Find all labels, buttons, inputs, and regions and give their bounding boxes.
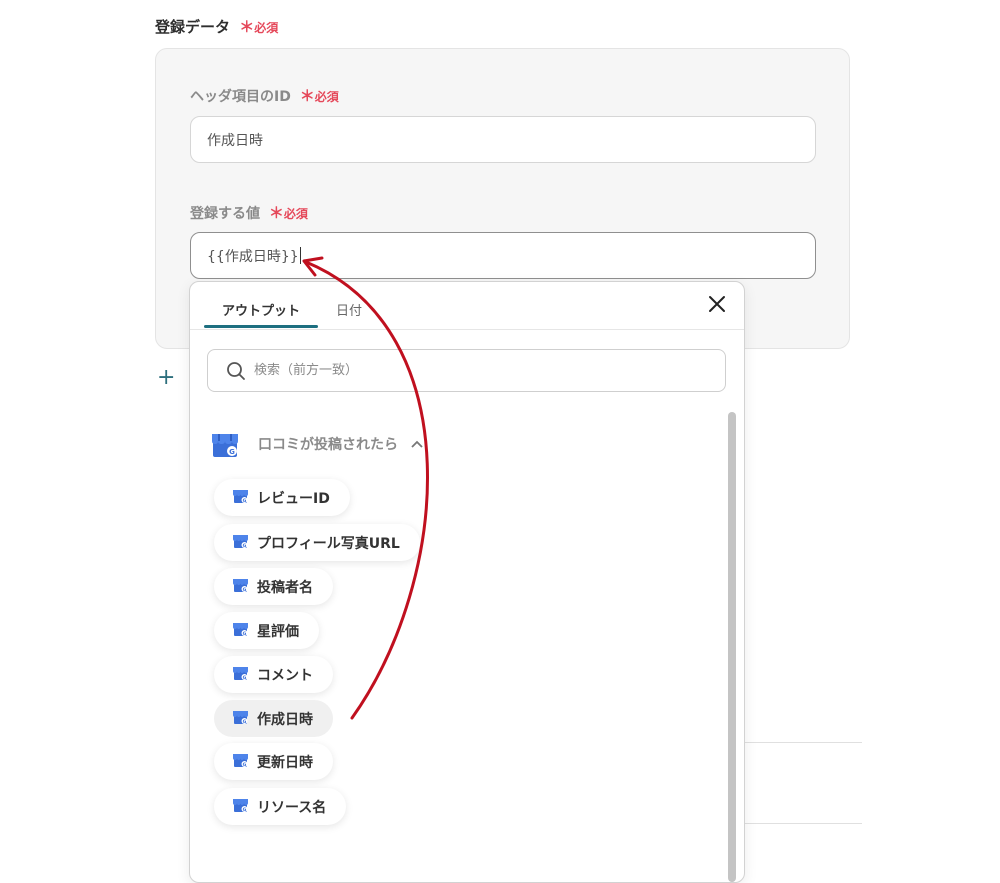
scrollbar-thumb[interactable] [728, 412, 736, 882]
add-field-button[interactable]: + [157, 365, 175, 390]
output-item-label: 更新日時 [257, 754, 313, 771]
output-item-label: 星評価 [257, 623, 299, 640]
section-title: 登録データ ＊必須 [155, 16, 278, 37]
output-item-chip[interactable]: G 作成日時 [214, 700, 333, 737]
output-item-label: 作成日時 [257, 711, 313, 728]
register-value-label-text: 登録する値 [190, 206, 260, 222]
required-asterisk: ＊ [239, 18, 255, 36]
section-title-text: 登録データ [155, 18, 231, 36]
output-item-label: コメント [257, 667, 313, 684]
tab-date[interactable]: 日付 [336, 300, 362, 319]
variable-picker-dropdown: アウトプット 日付 G 口コミが投稿されたら G レビューID G プロフィール写真U… [189, 281, 745, 883]
register-value-text: {{作成日時}} [207, 248, 299, 265]
output-item-chip[interactable]: G 更新日時 [214, 743, 333, 780]
text-caret [299, 247, 301, 264]
svg-text:G: G [229, 448, 235, 456]
divider [744, 742, 862, 743]
plus-icon: + [157, 365, 176, 390]
required-label: 必須 [254, 21, 279, 35]
output-item-chip[interactable]: G 星評価 [214, 612, 319, 649]
active-tab-indicator [204, 325, 318, 328]
header-id-label: ヘッダ項目のID ＊必須 [190, 85, 339, 106]
header-id-input[interactable]: 作成日時 [190, 116, 816, 163]
required-badge: ＊必須 [299, 87, 339, 105]
output-item-chip[interactable]: G 投稿者名 [214, 568, 333, 605]
google-business-profile-icon: G [232, 577, 249, 597]
output-item-chip[interactable]: G リソース名 [214, 788, 347, 825]
required-label: 必須 [314, 90, 339, 104]
google-business-profile-icon: G [232, 533, 249, 553]
svg-text:G: G [243, 543, 247, 549]
svg-text:G: G [243, 587, 247, 593]
divider [744, 823, 862, 824]
close-icon [709, 296, 725, 312]
group-title: 口コミが投稿されたら [258, 437, 398, 453]
close-button[interactable] [707, 294, 727, 314]
required-badge: ＊必須 [268, 204, 308, 222]
header-id-value: 作成日時 [207, 132, 263, 149]
output-item-label: リソース名 [257, 799, 327, 816]
output-item-chip[interactable]: G レビューID [214, 479, 350, 516]
google-business-profile-icon: G [232, 797, 249, 817]
register-value-input[interactable]: {{作成日時}} [190, 232, 816, 279]
register-value-label: 登録する値 ＊必須 [190, 202, 308, 223]
output-item-label: 投稿者名 [257, 579, 313, 596]
output-item-chip[interactable]: G コメント [214, 656, 333, 693]
search-input[interactable] [252, 362, 696, 379]
required-asterisk: ＊ [299, 87, 315, 105]
google-business-profile-icon: G [232, 752, 249, 772]
search-icon [227, 361, 245, 380]
required-badge: ＊必須 [239, 18, 279, 36]
svg-text:G: G [243, 719, 247, 725]
tab-output[interactable]: アウトプット [222, 300, 300, 319]
search-box[interactable] [207, 349, 726, 392]
svg-text:G: G [243, 498, 247, 504]
trigger-group-header[interactable]: G 口コミが投稿されたら [210, 430, 424, 458]
google-business-profile-icon: G [232, 709, 249, 729]
output-item-label: レビューID [257, 490, 330, 507]
google-business-profile-icon: G [212, 434, 238, 457]
required-asterisk: ＊ [268, 204, 284, 222]
svg-text:G: G [243, 631, 247, 637]
required-label: 必須 [283, 207, 308, 221]
output-item-chip[interactable]: G プロフィール写真URL [214, 524, 420, 561]
google-business-profile-icon: G [232, 665, 249, 685]
svg-text:G: G [243, 807, 247, 813]
google-business-profile-icon: G [232, 488, 249, 508]
svg-text:G: G [243, 762, 247, 768]
google-business-profile-icon: G [232, 621, 249, 641]
svg-text:G: G [243, 675, 247, 681]
chevron-up-icon[interactable] [410, 439, 424, 449]
header-id-label-text: ヘッダ項目のID [190, 89, 291, 105]
output-item-label: プロフィール写真URL [257, 535, 400, 552]
tab-divider [190, 329, 744, 330]
